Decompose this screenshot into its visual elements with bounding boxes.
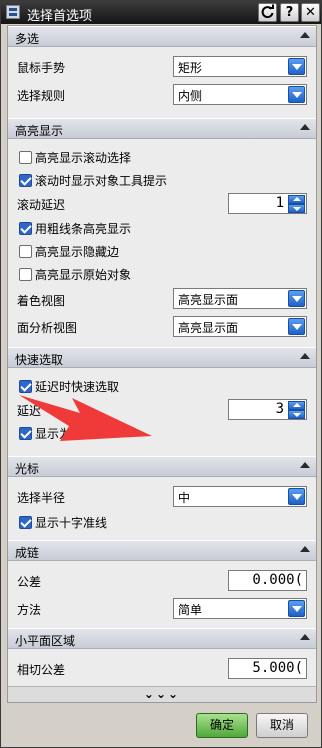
mouse-gesture-select[interactable]: 矩形 [173, 56, 307, 77]
preferences-panel: 多选 鼠标手势 矩形 选择规则 内侧 高亮显示 高亮显示滚动选择 滚动时显示对象… [7, 25, 317, 703]
dialog-footer: 确定 取消 [1, 704, 321, 747]
select-value: 高亮显示面 [178, 293, 239, 307]
tolerance-field[interactable]: 0.000( [228, 570, 307, 591]
delay-pick-label: 延迟时快速选取 [35, 380, 120, 394]
face-analysis-label: 面分析视图 [17, 321, 78, 335]
chevron-up-icon[interactable] [300, 124, 310, 130]
scroll-delay-label: 滚动延迟 [17, 198, 66, 212]
scroll-delay-spinner[interactable]: 1 [228, 193, 307, 214]
section-title: 多选 [15, 32, 40, 46]
crosshair-label: 显示十字准线 [35, 516, 108, 530]
original-object-label: 高亮显示原始对象 [35, 268, 132, 282]
delay-label: 延迟 [17, 404, 42, 418]
method-select[interactable]: 简单 [173, 598, 307, 619]
spinner-value: 3 [275, 401, 284, 417]
preferences-dialog: 选择首选项 ? ✕ 多选 鼠标手势 矩形 选择规则 内侧 高亮显示 高亮显示滚动… [0, 0, 322, 748]
delay-spinner[interactable]: 3 [228, 399, 307, 420]
chevron-down-icon[interactable] [288, 600, 305, 617]
refresh-icon[interactable] [258, 3, 277, 22]
section-header-quick-pick[interactable]: 快速选取 [8, 347, 316, 368]
scroll-tooltip-label: 滚动时显示对象工具提示 [35, 174, 168, 188]
dialog-title: 选择首选项 [27, 9, 93, 24]
select-value: 中 [178, 491, 191, 505]
select-value: 矩形 [178, 61, 203, 75]
original-object-checkbox[interactable] [19, 268, 32, 281]
select-radius-select[interactable]: 中 [173, 486, 307, 507]
field-value: 0.000( [252, 572, 303, 588]
chevron-down-icon[interactable] [288, 290, 305, 307]
shaded-view-label: 着色视图 [17, 294, 66, 308]
chevron-down-icon[interactable] [288, 488, 305, 505]
hidden-edges-checkbox[interactable] [19, 245, 32, 258]
section-title: 高亮显示 [15, 124, 64, 138]
spinner-down-icon[interactable] [288, 204, 305, 213]
section-title: 快速选取 [15, 353, 64, 367]
section-header-small-planar[interactable]: 小平面区域 [8, 628, 316, 649]
chevron-up-icon[interactable] [300, 634, 310, 640]
chevron-up-icon[interactable] [300, 462, 310, 468]
select-value: 简单 [178, 603, 203, 617]
more-options-toggle[interactable]: ⌄⌄⌄ [8, 686, 316, 702]
section-header-multi-select[interactable]: 多选 [8, 26, 316, 47]
thick-line-label: 用粗线条高亮显示 [35, 222, 132, 236]
chevron-up-icon[interactable] [300, 353, 310, 359]
scroll-tooltip-checkbox[interactable] [19, 174, 32, 187]
face-analysis-select[interactable]: 高亮显示面 [173, 316, 307, 337]
hidden-edges-label: 高亮显示隐藏边 [35, 245, 120, 259]
spinner-up-icon[interactable] [288, 195, 305, 204]
title-bar[interactable]: 选择首选项 ? ✕ [1, 1, 321, 24]
crosshair-checkbox[interactable] [19, 516, 32, 529]
spinner-down-icon[interactable] [288, 410, 305, 419]
section-header-chaining[interactable]: 成链 [8, 540, 316, 561]
chevron-down-icon[interactable] [288, 58, 305, 75]
tolerance-label: 公差 [17, 575, 42, 589]
tangent-tolerance-label: 相切公差 [17, 663, 66, 677]
section-header-cursor[interactable]: 光标 [8, 456, 316, 477]
show-through-checkbox[interactable] [19, 427, 32, 440]
help-icon[interactable]: ? [280, 3, 299, 22]
show-through-label: 显示为通透 [35, 427, 96, 441]
section-title: 成链 [15, 546, 40, 560]
ok-button[interactable]: 确定 [196, 713, 248, 738]
mouse-gesture-label: 鼠标手势 [17, 61, 66, 75]
dialog-app-icon [6, 5, 20, 19]
chevron-down-icon[interactable] [288, 318, 305, 335]
thick-line-checkbox[interactable] [19, 222, 32, 235]
close-icon[interactable]: ✕ [301, 3, 320, 22]
chevron-down-icon[interactable] [288, 86, 305, 103]
field-value: 5.000( [252, 660, 303, 676]
chevron-up-icon[interactable] [300, 546, 310, 552]
cancel-button[interactable]: 取消 [256, 713, 308, 738]
tangent-tolerance-field[interactable]: 5.000( [228, 658, 307, 679]
highlight-scroll-label: 高亮显示滚动选择 [35, 151, 132, 165]
delay-pick-checkbox[interactable] [19, 380, 32, 393]
section-title: 光标 [15, 462, 40, 476]
highlight-scroll-checkbox[interactable] [19, 151, 32, 164]
spinner-value: 1 [275, 195, 284, 211]
select-rule-select[interactable]: 内侧 [173, 84, 307, 105]
select-rule-label: 选择规则 [17, 89, 66, 103]
select-radius-label: 选择半径 [17, 491, 66, 505]
select-value: 高亮显示面 [178, 321, 239, 335]
section-header-highlight[interactable]: 高亮显示 [8, 118, 316, 139]
spinner-up-icon[interactable] [288, 401, 305, 410]
method-label: 方法 [17, 603, 42, 617]
select-value: 内侧 [178, 89, 203, 103]
section-title: 小平面区域 [15, 634, 76, 648]
chevron-up-icon[interactable] [300, 32, 310, 38]
shaded-view-select[interactable]: 高亮显示面 [173, 288, 307, 309]
